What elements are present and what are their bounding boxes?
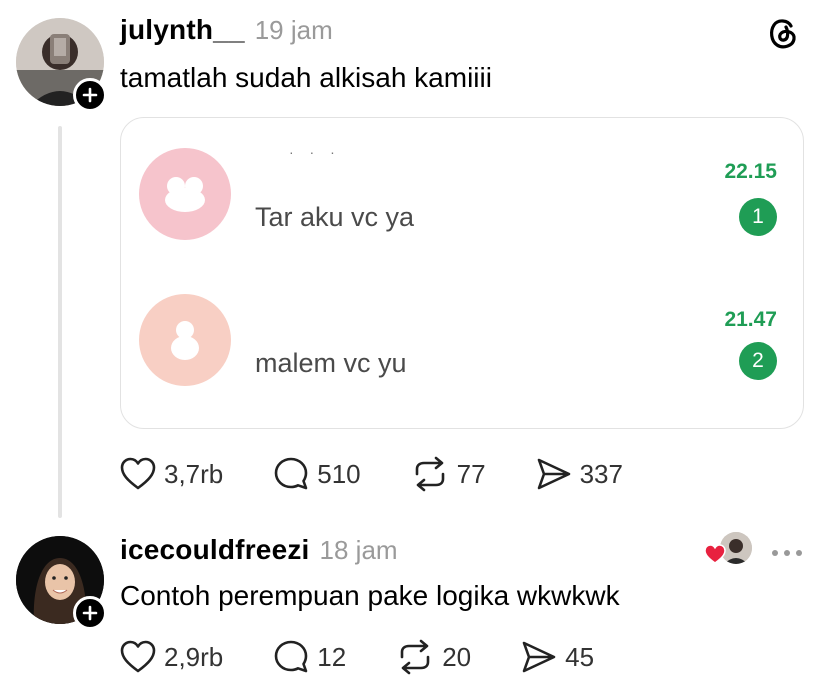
sticker-icon (171, 321, 199, 360)
reply-count: 510 (317, 458, 361, 489)
share-button[interactable]: 337 (536, 457, 623, 491)
more-icon[interactable] (770, 545, 804, 563)
sticker-icon (165, 177, 205, 212)
like-button[interactable]: 3,7rb (120, 457, 223, 491)
timestamp: 19 jam (254, 15, 333, 45)
repost-icon (415, 456, 444, 492)
attached-image[interactable]: · · · Tar aku vc ya 22.15 1 malem vc yu … (120, 117, 804, 429)
chat-avatar (139, 148, 231, 240)
plus-icon (82, 605, 98, 621)
repost-button[interactable]: 20 (396, 639, 471, 675)
comment-icon (274, 640, 308, 673)
reply-header: icecouldfreezi 18 jam (120, 534, 398, 566)
post-text: tamatlah sudah alkisah kamiiii (120, 62, 492, 93)
heart-icon (120, 457, 156, 490)
like-count: 2,9rb (164, 641, 224, 672)
send-icon (522, 641, 556, 673)
reply-actions: 2,9rb 12 20 45 (120, 639, 644, 675)
chat-message: Tar aku vc ya (255, 202, 415, 232)
chat-time: 21.47 (724, 308, 777, 331)
unread-badge: 1 (739, 198, 777, 236)
share-count: 337 (579, 458, 623, 489)
like-button[interactable]: 2,9rb (120, 640, 223, 674)
unread-badge: 2 (739, 342, 777, 380)
share-count: 45 (565, 641, 595, 672)
threads-logo-icon[interactable] (766, 16, 800, 55)
plus-icon (82, 87, 98, 103)
reply-button[interactable]: 510 (273, 456, 361, 492)
username[interactable]: icecouldfreezi (120, 534, 310, 566)
timestamp: 18 jam (319, 535, 398, 565)
post-actions: 3,7rb 510 77 337 (120, 456, 673, 492)
author-liked-indicator (704, 532, 754, 566)
repost-count: 20 (442, 641, 472, 672)
chat-item: malem vc yu 21.47 2 (121, 268, 803, 418)
chat-time: 22.15 (724, 160, 777, 183)
heart-icon (120, 640, 156, 673)
chat-message: malem vc yu (255, 348, 407, 378)
follow-button[interactable] (73, 596, 107, 630)
repost-count: 77 (456, 458, 486, 489)
share-button[interactable]: 45 (521, 640, 594, 674)
reply-button[interactable]: 12 (273, 639, 346, 675)
repost-button[interactable]: 77 (411, 456, 486, 492)
send-icon (537, 458, 570, 490)
repost-icon (400, 639, 430, 675)
chat-item: Tar aku vc ya 22.15 1 (121, 118, 803, 268)
chat-avatar (139, 294, 231, 386)
like-count: 3,7rb (164, 458, 224, 489)
follow-button[interactable] (73, 78, 107, 112)
heart-icon (704, 544, 726, 564)
reply-text: Contoh perempuan pake logika wkwkwk (120, 580, 620, 611)
reply-count: 12 (317, 641, 347, 672)
thread-line (58, 126, 62, 518)
post-header: julynth__ 19 jam (120, 14, 333, 46)
comment-icon (274, 457, 308, 490)
username[interactable]: julynth__ (120, 14, 245, 46)
